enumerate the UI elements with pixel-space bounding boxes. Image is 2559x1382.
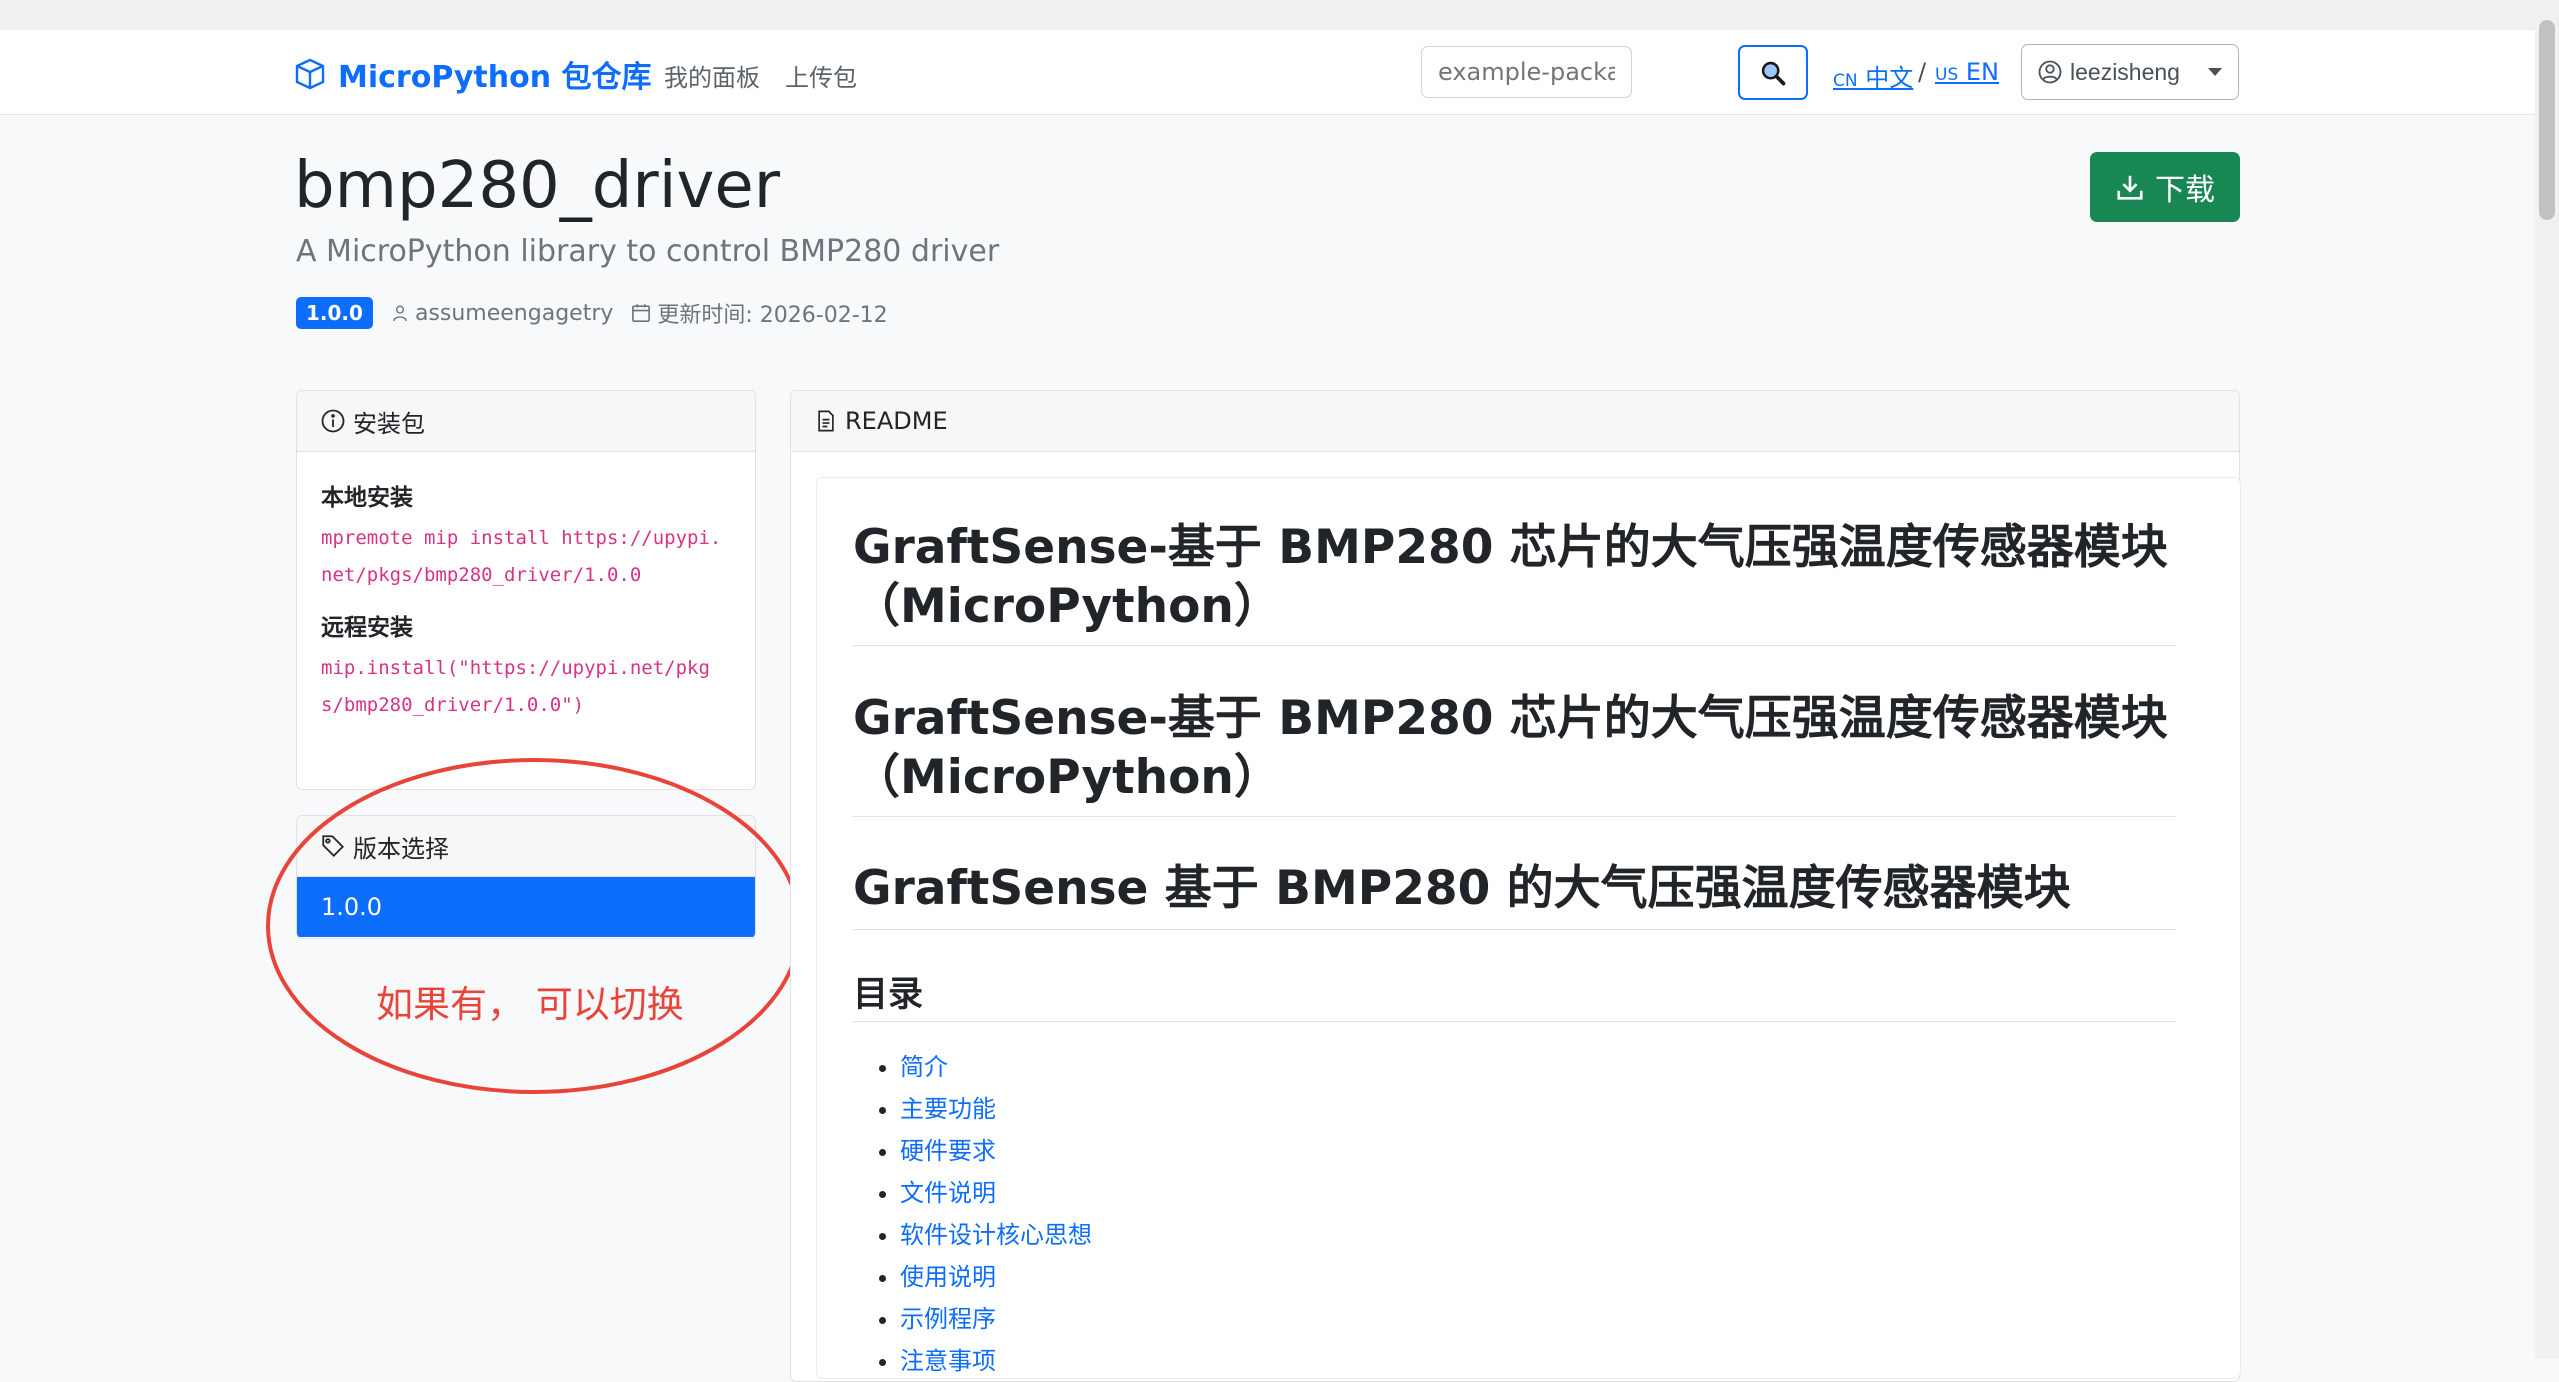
toc-title: 目录: [853, 975, 924, 1015]
install-card-header: 安装包: [297, 391, 755, 452]
nav-dashboard-link[interactable]: 我的面板: [664, 58, 760, 93]
updated-meta: 更新时间: 2026-02-12: [631, 297, 888, 329]
info-circle-icon: [321, 409, 345, 433]
download-button[interactable]: 下载: [2090, 152, 2240, 222]
readme-card-header: README: [791, 391, 2239, 452]
install-card-body: 本地安装 mpremote mip install https://upypi.…: [297, 452, 755, 764]
toc-item[interactable]: 主要功能: [900, 1088, 1092, 1130]
toc-list: 简介 主要功能 硬件要求 文件说明 软件设计核心思想 使用说明 示例程序 注意事…: [870, 1046, 1092, 1382]
search-icon: [1761, 61, 1786, 85]
toc-item[interactable]: 简介: [900, 1046, 1092, 1088]
search-input[interactable]: [1421, 46, 1632, 98]
toc-item[interactable]: 文件说明: [900, 1172, 1092, 1214]
package-description: A MicroPython library to control BMP280 …: [296, 234, 1000, 269]
toc-item[interactable]: 使用说明: [900, 1256, 1092, 1298]
user-avatar-icon: [2038, 60, 2062, 84]
author-meta: assumeengagetry: [391, 301, 613, 326]
nav-upload-link[interactable]: 上传包: [785, 58, 857, 93]
readme-card-title: README: [845, 407, 948, 435]
toc-item[interactable]: 示例程序: [900, 1298, 1092, 1340]
toc-link-examples[interactable]: 示例程序: [900, 1305, 996, 1333]
toc-item[interactable]: 软件设计核心思想: [900, 1214, 1092, 1256]
brand-text: MicroPython 包仓库: [338, 60, 652, 95]
scrollbar-thumb[interactable]: [2539, 20, 2555, 220]
username: leezisheng: [2070, 58, 2180, 85]
remote-install-label: 远程安装: [321, 615, 413, 641]
page-scrollbar[interactable]: [2535, 0, 2559, 1359]
remote-install-command[interactable]: mip.install("https://upypi.net/pkgs/bmp2…: [321, 650, 731, 724]
cn-flag-text: CN: [1833, 71, 1858, 91]
local-install-label: 本地安装: [321, 485, 413, 511]
author-name: assumeengagetry: [414, 300, 614, 326]
lang-english-label: EN: [1965, 58, 1999, 86]
browser-top-strip: [0, 0, 2535, 31]
toc-link-hardware[interactable]: 硬件要求: [900, 1137, 996, 1165]
package-title: bmp280_driver: [294, 149, 781, 223]
toc-link-usage[interactable]: 使用说明: [900, 1263, 996, 1291]
lang-english-link[interactable]: US EN: [1935, 58, 1999, 86]
download-icon: [2117, 175, 2143, 200]
heading-divider: [853, 1021, 2176, 1022]
toc-link-features[interactable]: 主要功能: [900, 1095, 996, 1123]
brand-link[interactable]: MicroPython 包仓库: [294, 52, 652, 96]
annotation-text: 如果有， 可以切换: [376, 983, 684, 1026]
toc-link-files[interactable]: 文件说明: [900, 1179, 996, 1207]
download-label: 下载: [2155, 173, 2215, 208]
package-meta: 1.0.0 assumeengagetry 更新时间: 2026-02-12: [296, 297, 888, 329]
version-badge: 1.0.0: [296, 297, 373, 329]
lang-chinese-label: 中文: [1865, 64, 1914, 92]
install-card-title: 安装包: [353, 409, 425, 438]
heading-divider: [853, 816, 2176, 817]
local-install-command[interactable]: mpremote mip install https://upypi.net/p…: [321, 520, 731, 594]
user-menu-button[interactable]: leezisheng: [2021, 44, 2239, 100]
annotation-ellipse: [266, 758, 802, 1094]
readme-heading-1: GraftSense-基于 BMP280 芯片的大气压强温度传感器模块（Micr…: [853, 520, 2168, 634]
heading-divider: [853, 929, 2176, 930]
toc-link-design[interactable]: 软件设计核心思想: [900, 1221, 1092, 1249]
navbar: MicroPython 包仓库 我的面板 上传包 CN 中文 / US EN l…: [0, 30, 2535, 115]
readme-heading-2: GraftSense-基于 BMP280 芯片的大气压强温度传感器模块（Micr…: [853, 691, 2168, 805]
person-icon: [393, 305, 407, 322]
install-card: 安装包 本地安装 mpremote mip install https://up…: [296, 390, 756, 790]
lang-chinese-link[interactable]: CN 中文: [1833, 58, 1913, 93]
chevron-down-icon: [2208, 68, 2222, 76]
calendar-icon: [632, 304, 651, 322]
toc-link-notes[interactable]: 注意事项: [900, 1347, 996, 1375]
heading-divider: [853, 645, 2176, 646]
search-button[interactable]: [1738, 45, 1808, 100]
toc-item[interactable]: 硬件要求: [900, 1130, 1092, 1172]
us-flag-text: US: [1935, 65, 1959, 85]
updated-time: 更新时间: 2026-02-12: [657, 303, 888, 328]
toc-link-intro[interactable]: 简介: [900, 1053, 948, 1081]
readme-heading-3: GraftSense 基于 BMP280 的大气压强温度传感器模块: [853, 861, 2071, 916]
file-text-icon: [818, 410, 834, 432]
lang-separator: /: [1918, 58, 1927, 86]
package-box-icon: [295, 58, 325, 90]
toc-item[interactable]: 注意事项: [900, 1340, 1092, 1382]
